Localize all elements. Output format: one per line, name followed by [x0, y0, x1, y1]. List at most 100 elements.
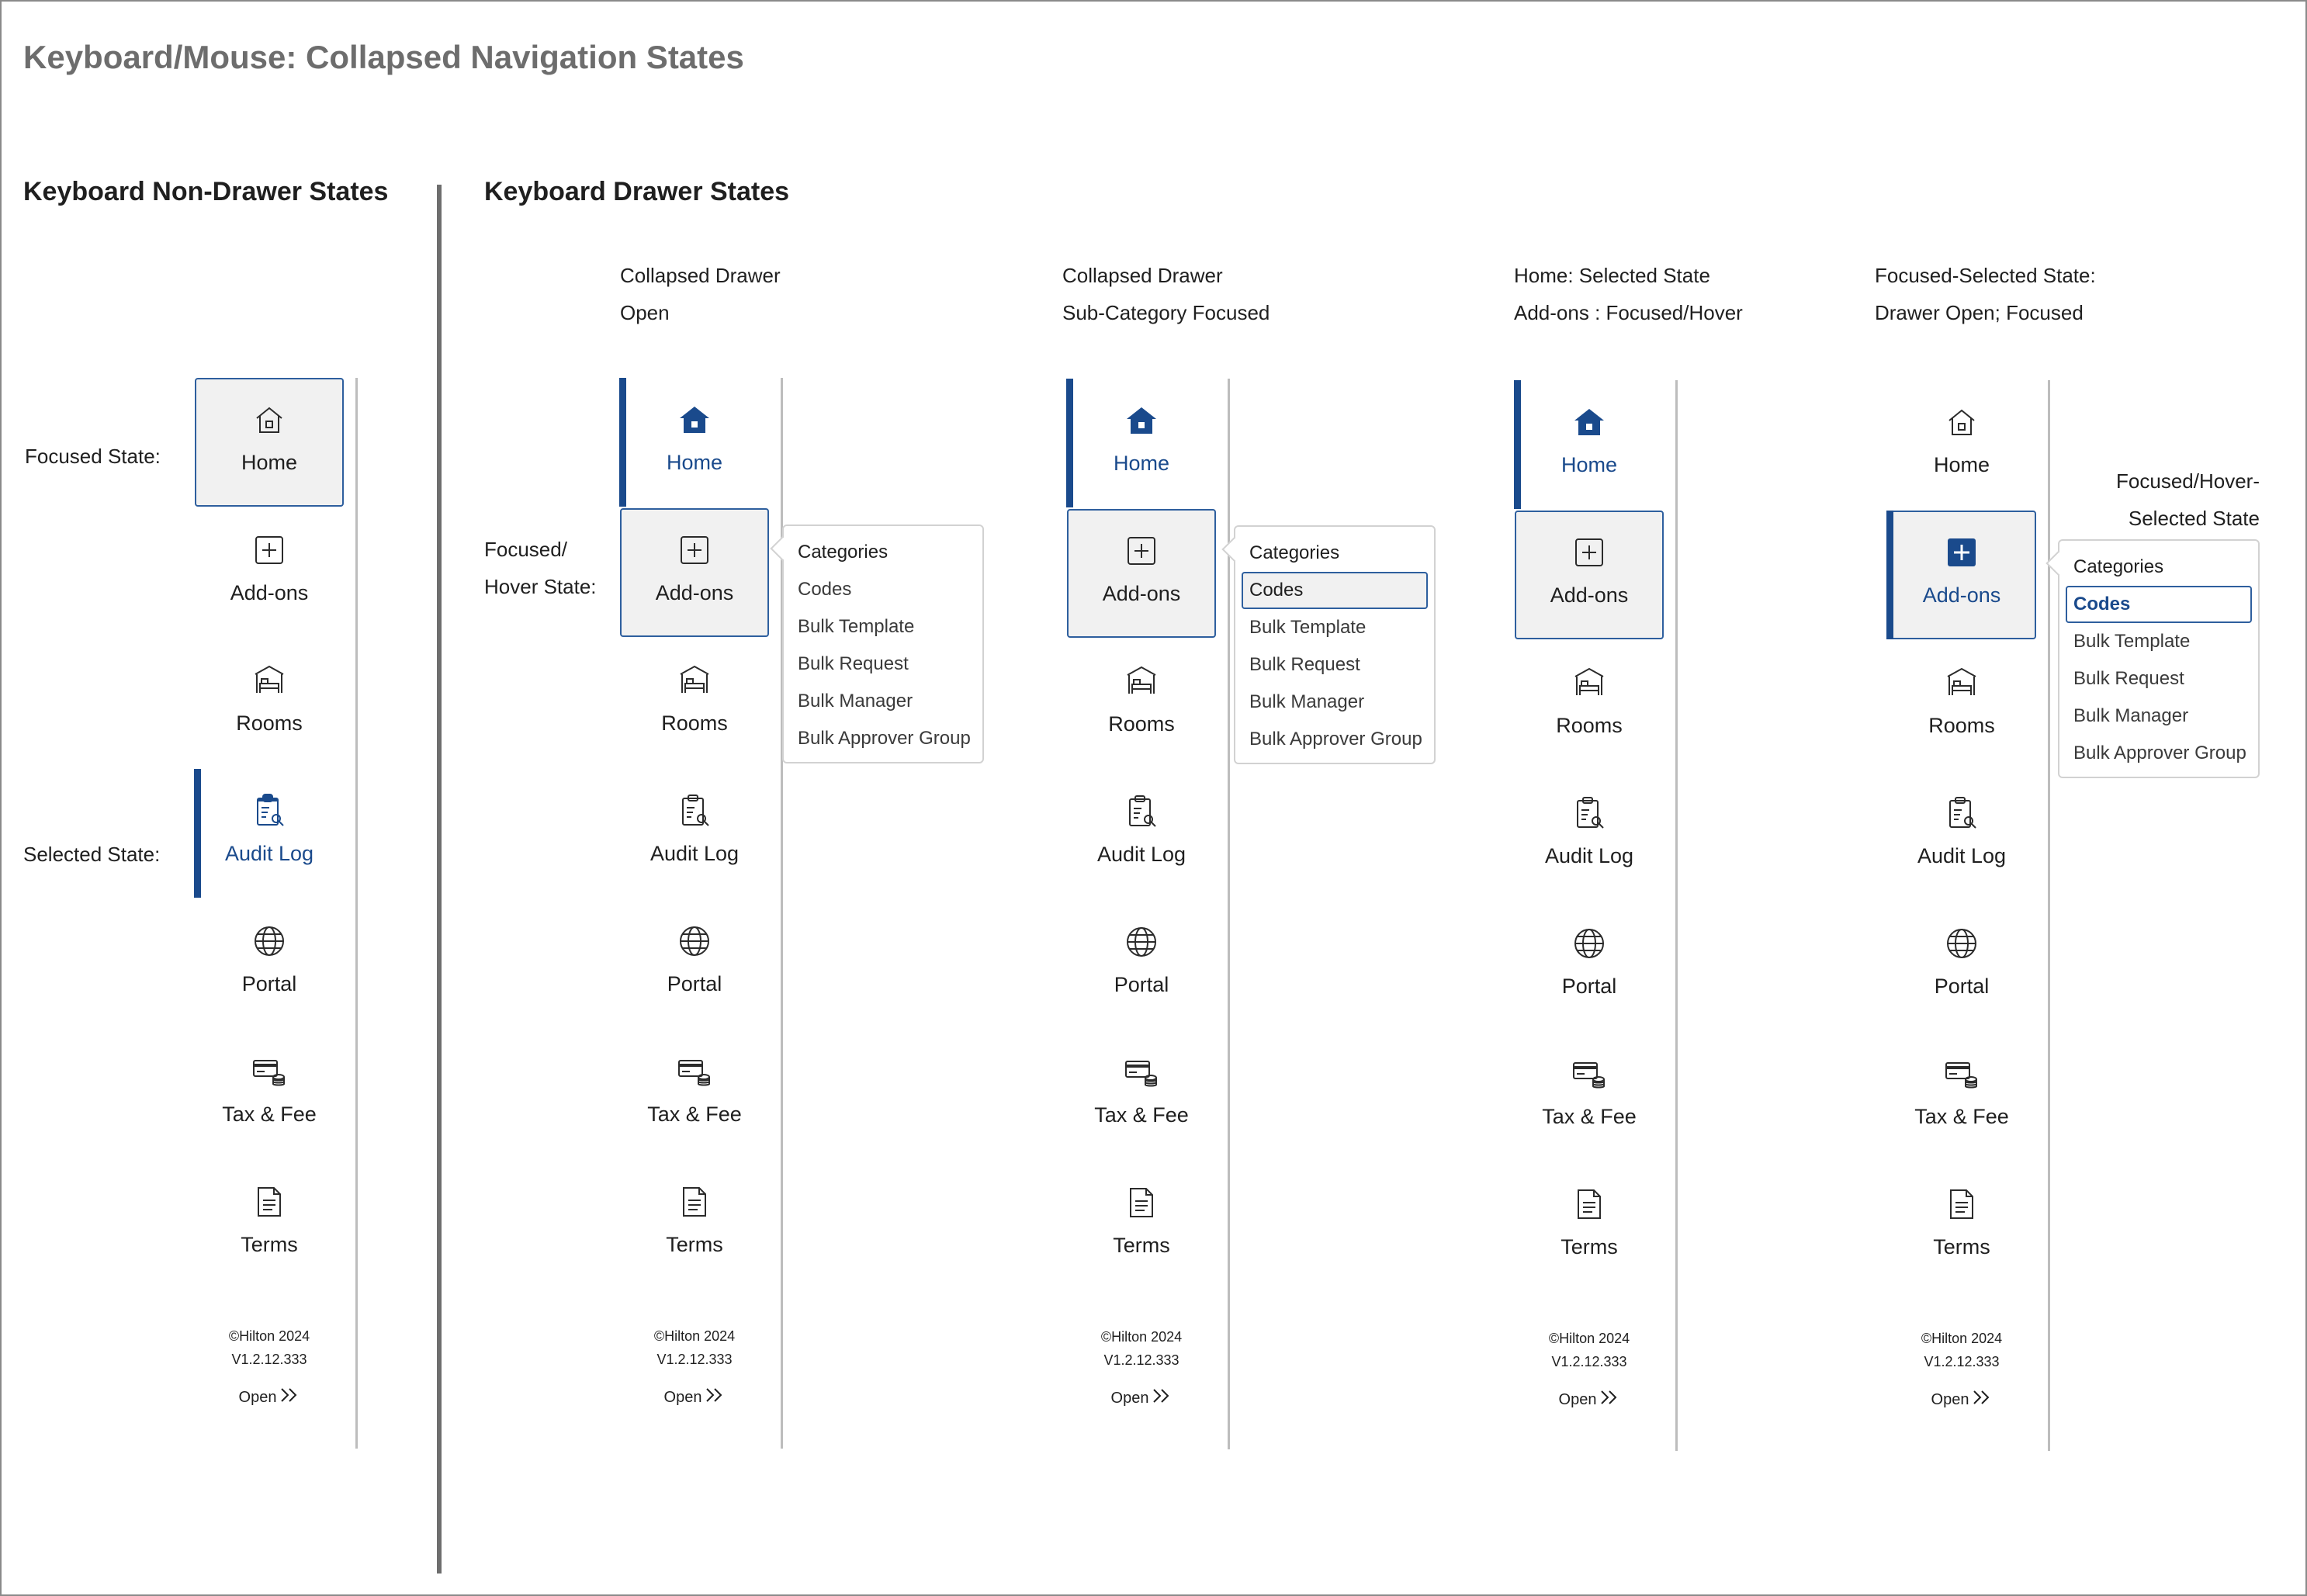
nav-item-add-ons[interactable]: Add-ons — [195, 508, 344, 637]
nav-item-home[interactable]: Home — [195, 378, 344, 507]
open-drawer-button[interactable]: Open — [1887, 1389, 2036, 1411]
section-title-non-drawer: Keyboard Non-Drawer States — [23, 177, 389, 206]
column-header-3-line2: Add-ons : Focused/Hover — [1514, 301, 1743, 324]
nav-item-rooms[interactable]: Rooms — [1067, 639, 1216, 768]
column-header-1-line1: Collapsed Drawer — [620, 264, 781, 287]
nav-item-add-ons[interactable]: Add-ons — [620, 508, 769, 637]
nav-item-portal[interactable]: Portal — [1067, 900, 1216, 1029]
nav-item-terms[interactable]: Terms — [195, 1160, 344, 1289]
nav-item-portal[interactable]: Portal — [1515, 902, 1664, 1030]
home-icon — [1123, 402, 1160, 439]
nav-item-terms[interactable]: Terms — [1515, 1162, 1664, 1291]
nav-item-rooms[interactable]: Rooms — [1887, 641, 2036, 770]
flyout-item-bulk-template[interactable]: Bulk Template — [2066, 623, 2252, 660]
flyout-item-categories[interactable]: Categories — [790, 534, 976, 571]
open-drawer-button[interactable]: Open — [1515, 1389, 1664, 1411]
flyout-item-bulk-request[interactable]: Bulk Request — [1242, 646, 1428, 684]
state-label-focused: Focused State: — [25, 445, 161, 468]
open-drawer-button[interactable]: Open — [195, 1387, 344, 1408]
nav-item-audit-log[interactable]: Audit Log — [1515, 771, 1664, 900]
page-title: Keyboard/Mouse: Collapsed Navigation Sta… — [23, 39, 744, 75]
nav-item-tax-fee[interactable]: Tax & Fee — [1515, 1032, 1664, 1161]
nav-item-label: Audit Log — [1544, 844, 1634, 867]
open-drawer-button[interactable]: Open — [620, 1387, 769, 1408]
open-label: Open — [663, 1388, 702, 1406]
flyout-item-bulk-template[interactable]: Bulk Template — [790, 608, 976, 646]
flyout-item-codes[interactable]: Codes — [790, 571, 976, 608]
nav-item-rooms[interactable]: Rooms — [620, 639, 769, 767]
flyout-item-bulk-template[interactable]: Bulk Template — [1242, 609, 1428, 646]
nav-item-portal[interactable]: Portal — [620, 899, 769, 1028]
copyright-text: ©Hilton 2024 — [1921, 1331, 2003, 1346]
flyout-item-codes[interactable]: Codes — [2066, 586, 2252, 623]
nav-rail-divider — [1675, 380, 1678, 1451]
nav-item-portal[interactable]: Portal — [1887, 902, 2036, 1030]
flyout-item-categories[interactable]: Categories — [2066, 549, 2252, 586]
nav-item-portal[interactable]: Portal — [195, 899, 344, 1028]
flyout-item-bulk-manager[interactable]: Bulk Manager — [1242, 684, 1428, 721]
state-label-focused-hover-2: Hover State: — [484, 575, 597, 598]
double-chevron-right-icon — [1972, 1389, 1992, 1411]
section-title-drawer: Keyboard Drawer States — [484, 177, 790, 206]
nav-item-home[interactable]: Home — [1887, 380, 2036, 509]
state-label-focused-hover-selected-1: Focused/Hover- — [2116, 469, 2260, 493]
nav-item-audit-log[interactable]: Audit Log — [194, 769, 344, 898]
version-text: V1.2.12.333 — [1551, 1354, 1627, 1369]
nav-item-home[interactable]: Home — [1066, 379, 1216, 507]
nav-item-label: Home — [1561, 453, 1618, 476]
nav-item-tax-fee[interactable]: Tax & Fee — [1887, 1032, 2036, 1161]
version-text: V1.2.12.333 — [656, 1352, 733, 1367]
nav-item-label: Tax & Fee — [647, 1103, 742, 1126]
flyout-item-bulk-approver-group[interactable]: Bulk Approver Group — [790, 720, 976, 757]
nav-item-terms[interactable]: Terms — [1887, 1162, 2036, 1291]
flyout-item-bulk-approver-group[interactable]: Bulk Approver Group — [1242, 721, 1428, 758]
nav-item-add-ons[interactable]: Add-ons — [1067, 509, 1216, 638]
clipboard-search-icon — [1123, 793, 1160, 830]
nav-item-label: Terms — [1933, 1235, 1990, 1258]
nav-item-tax-fee[interactable]: Tax & Fee — [620, 1030, 769, 1158]
flyout-item-bulk-approver-group[interactable]: Bulk Approver Group — [2066, 735, 2252, 772]
column-header-4-line2: Drawer Open; Focused — [1875, 301, 2084, 324]
nav-item-rooms[interactable]: Rooms — [195, 639, 344, 767]
nav-item-audit-log[interactable]: Audit Log — [620, 769, 769, 898]
nav-item-label: Portal — [1561, 975, 1617, 998]
hotel-bed-icon — [676, 662, 713, 699]
nav-item-rooms[interactable]: Rooms — [1515, 641, 1664, 770]
nav-item-home[interactable]: Home — [619, 378, 769, 507]
nav-item-label: Tax & Fee — [222, 1103, 317, 1126]
nav-item-home[interactable]: Home — [1514, 380, 1664, 509]
globe-icon — [1571, 925, 1608, 962]
copyright-text: ©Hilton 2024 — [653, 1328, 736, 1344]
document-icon — [1571, 1186, 1608, 1223]
open-drawer-button[interactable]: Open — [1067, 1387, 1216, 1409]
flyout-item-bulk-manager[interactable]: Bulk Manager — [790, 683, 976, 720]
nav-item-label: Terms — [666, 1233, 723, 1256]
nav-footer: ©Hilton 2024 V1.2.12.333 Open — [195, 1324, 344, 1408]
nav-item-tax-fee[interactable]: Tax & Fee — [1067, 1030, 1216, 1159]
clipboard-search-icon — [251, 792, 288, 829]
flyout-item-codes[interactable]: Codes — [1242, 572, 1428, 609]
globe-icon — [676, 923, 713, 960]
hotel-bed-icon — [251, 662, 288, 699]
nav-item-audit-log[interactable]: Audit Log — [1887, 771, 2036, 900]
flyout-item-categories[interactable]: Categories — [1242, 535, 1428, 572]
card-coins-icon — [676, 1053, 713, 1090]
globe-icon — [1123, 923, 1160, 961]
section-divider — [437, 185, 442, 1573]
nav-item-add-ons[interactable]: Add-ons — [1886, 511, 2036, 639]
addons-flyout-menu: Categories Codes Bulk Template Bulk Request… — [1234, 525, 1436, 764]
nav-footer: ©Hilton 2024 V1.2.12.333 Open — [1515, 1327, 1664, 1411]
nav-item-terms[interactable]: Terms — [620, 1160, 769, 1289]
add-box-icon — [1571, 534, 1608, 571]
nav-item-add-ons[interactable]: Add-ons — [1515, 511, 1664, 639]
nav-rail-non-drawer: Home Add-ons Rooms Audit Log Portal Tax & Fee… — [194, 378, 358, 1449]
globe-icon — [1943, 925, 1980, 962]
nav-item-audit-log[interactable]: Audit Log — [1067, 770, 1216, 898]
nav-rail-home-selected: Home Add-ons Rooms Audit Log Portal Tax & Fee… — [1514, 380, 1678, 1451]
nav-item-tax-fee[interactable]: Tax & Fee — [195, 1030, 344, 1158]
flyout-item-bulk-request[interactable]: Bulk Request — [2066, 660, 2252, 698]
nav-footer: ©Hilton 2024 V1.2.12.333 Open — [620, 1324, 769, 1408]
flyout-item-bulk-request[interactable]: Bulk Request — [790, 646, 976, 683]
flyout-item-bulk-manager[interactable]: Bulk Manager — [2066, 698, 2252, 735]
nav-item-terms[interactable]: Terms — [1067, 1161, 1216, 1290]
